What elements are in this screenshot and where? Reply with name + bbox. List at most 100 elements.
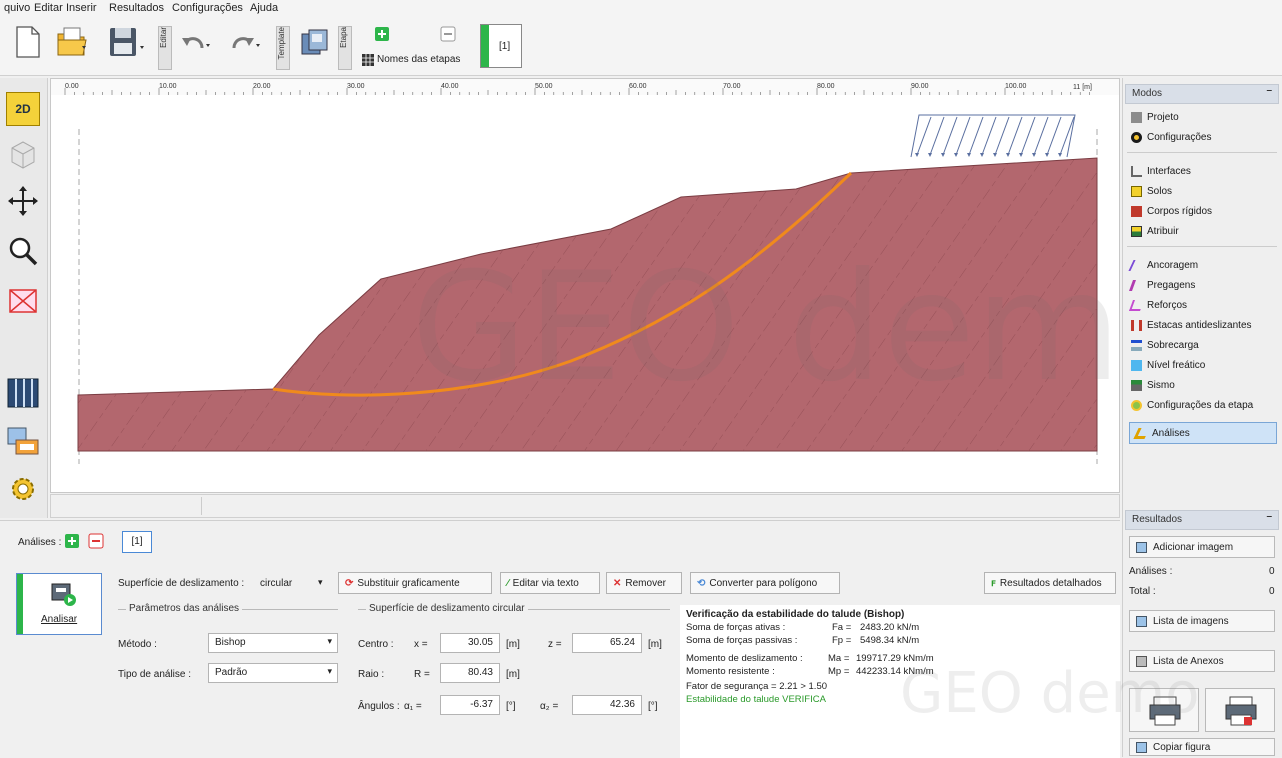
detailed-results-button[interactable]: ꜰ Resultados detalhados [984, 572, 1116, 594]
ruler-tick-label: 10.00 [159, 83, 177, 90]
new-file-icon[interactable] [14, 26, 42, 58]
ruler-end-label: 11 [m] [1073, 84, 1092, 91]
results-icon: ꜰ [991, 577, 996, 589]
surface-select[interactable]: circular [260, 578, 292, 589]
sum-passive-label: Soma de forças passivas : [686, 635, 798, 646]
remove-button[interactable]: ✕ Remover [606, 572, 682, 594]
mode-corpos-rigidos[interactable]: Corpos rígidos [1131, 202, 1212, 220]
radius-input[interactable]: 80.43 [440, 663, 500, 683]
save-icon[interactable] [108, 26, 148, 58]
menu-edit[interactable]: Editar [34, 2, 63, 14]
method-value: Bishop [215, 637, 246, 648]
template-icon[interactable] [300, 28, 330, 58]
mode-interfaces[interactable]: Interfaces [1131, 162, 1191, 180]
menu-insert[interactable]: Inserir [66, 2, 97, 14]
horizontal-splitter[interactable] [50, 494, 1120, 518]
template-group-tab[interactable]: Template [276, 26, 290, 70]
analysis-tab-1[interactable]: [1] [122, 531, 152, 553]
left-toolbar: 2D [0, 78, 48, 518]
add-stage-icon[interactable] [374, 26, 390, 42]
menu-help[interactable]: Ajuda [250, 2, 278, 14]
table-view-icon[interactable] [6, 376, 40, 410]
menu-file[interactable]: quivo [4, 2, 30, 14]
mode-sobrecarga[interactable]: Sobrecarga [1131, 336, 1199, 354]
pencil-icon: ∕ [507, 577, 509, 589]
redo-icon[interactable] [228, 30, 262, 56]
stage-names-label[interactable]: Nomes das etapas [377, 54, 460, 65]
replace-graphically-button[interactable]: ⟳ Substituir graficamente [338, 572, 492, 594]
results-analyses-label: Análises : [1129, 566, 1173, 577]
modes-header[interactable]: Modos – [1125, 84, 1279, 104]
annex-list-button[interactable]: Lista de Anexos [1129, 650, 1275, 672]
center-x-input[interactable]: 30.05 [440, 633, 500, 653]
mode-ancoragem[interactable]: Ancoragem [1128, 256, 1198, 274]
mode-pregagens[interactable]: Pregagens [1128, 276, 1195, 294]
edit-text-button[interactable]: ∕ Editar via texto [500, 572, 600, 594]
mode-projeto[interactable]: Projeto [1131, 108, 1179, 126]
gear-icon[interactable] [6, 472, 40, 506]
zoom-extent-icon[interactable] [6, 284, 40, 318]
mode-sismo[interactable]: Sismo [1131, 376, 1175, 394]
mode-configuracoes[interactable]: Configurações [1131, 128, 1211, 146]
undo-icon[interactable] [180, 30, 214, 56]
menu-settings[interactable]: Configurações [172, 2, 243, 14]
center-z-input[interactable]: 65.24 [572, 633, 642, 653]
menu-results[interactable]: Resultados [109, 2, 164, 14]
right-panel: Modos – Projeto Configurações Interfaces… [1122, 78, 1282, 757]
print-settings-icon[interactable] [6, 424, 40, 458]
zoom-icon[interactable] [6, 234, 40, 268]
analysis-type-select[interactable]: Padrão ▾ [208, 663, 338, 683]
analysis-icon [1133, 427, 1150, 439]
mode-config-etapa[interactable]: Configurações da etapa [1131, 396, 1253, 414]
project-icon [1131, 111, 1142, 123]
slope-drawing[interactable]: 0.00 10.00 20.00 30.00 40.00 50.00 60.00 70.00 8… [51, 79, 1213, 492]
remove-analysis-icon[interactable] [88, 533, 104, 549]
drawing-canvas[interactable]: 0.00 10.00 20.00 30.00 40.00 50.00 60.00 70.00 8… [50, 78, 1213, 493]
mode-reforcos[interactable]: Reforços [1128, 296, 1187, 314]
mode-atribuir[interactable]: Atribuir [1131, 222, 1179, 240]
replace-icon: ⟳ [345, 577, 354, 589]
method-select[interactable]: Bishop ▾ [208, 633, 338, 653]
mode-analises[interactable]: Análises [1129, 422, 1277, 444]
collapse-icon[interactable]: – [1266, 85, 1272, 96]
image-list-button[interactable]: Lista de imagens [1129, 610, 1275, 632]
stage-tab-1[interactable]: [1] [480, 24, 522, 68]
open-folder-icon[interactable] [56, 26, 90, 58]
add-analysis-icon[interactable] [64, 533, 80, 549]
analyze-button[interactable]: Analisar [16, 573, 102, 635]
remove-stage-icon[interactable] [440, 26, 456, 42]
mode-label: Análises [1152, 427, 1190, 439]
stage-group-label: Etapa [339, 27, 348, 48]
results-header[interactable]: Resultados – [1125, 510, 1279, 530]
mode-solos[interactable]: Solos [1131, 182, 1172, 200]
move-icon[interactable] [6, 184, 40, 218]
ruler-tick-label: 20.00 [253, 83, 271, 90]
convert-polygon-button[interactable]: ⟲ Converter para polígono [690, 572, 840, 594]
mode-estacas[interactable]: Estacas antideslizantes [1131, 316, 1252, 334]
add-image-button[interactable]: Adicionar imagem [1129, 536, 1275, 558]
center-z-label: z = [548, 639, 562, 650]
center-x-label: x = [414, 639, 428, 650]
print-button[interactable] [1129, 688, 1199, 732]
chevron-down-icon[interactable]: ▾ [318, 577, 323, 588]
collapse-icon[interactable]: – [1266, 511, 1272, 522]
stage-tab-label: [1] [499, 41, 511, 52]
surcharge-hatch-line [1007, 116, 1023, 156]
view-3d-icon[interactable] [6, 138, 40, 172]
button-label: Converter para polígono [709, 577, 818, 589]
alpha1-input[interactable]: -6.37 [440, 695, 500, 715]
stage-group-tab[interactable]: Etapa [338, 26, 352, 70]
stage-names-icon [362, 54, 374, 66]
ruler-tick-label: 40.00 [441, 83, 459, 90]
edit-group-tab[interactable]: Editar [158, 26, 172, 70]
alpha2-input[interactable]: 42.36 [572, 695, 642, 715]
surcharge-load[interactable] [910, 114, 1076, 158]
print-preview-button[interactable] [1205, 688, 1275, 732]
unit-m-label: [m] [506, 669, 520, 680]
chevron-down-icon: ▾ [327, 666, 332, 676]
analyses-header-label: Análises : [18, 537, 62, 548]
mode-nivel-freatico[interactable]: Nível freático [1131, 356, 1205, 374]
method-label: Método : [118, 639, 157, 650]
view-2d-button[interactable]: 2D [6, 92, 40, 126]
copy-figure-button[interactable]: Copiar figura [1129, 738, 1275, 756]
